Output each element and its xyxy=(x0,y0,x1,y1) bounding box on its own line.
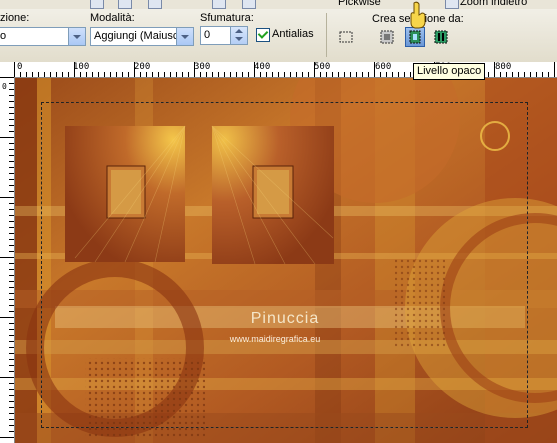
crop-icon[interactable] xyxy=(242,0,256,9)
menu-item-zoom-out[interactable]: Zoom indietro xyxy=(460,0,527,8)
selection-type-combo[interactable]: o xyxy=(0,27,86,46)
undo-icon[interactable] xyxy=(90,0,104,9)
antialias-label: Antialias xyxy=(272,28,314,40)
ruler-label: 800 xyxy=(495,62,512,72)
ruler-corner xyxy=(0,62,15,78)
ruler-label: 200 xyxy=(134,62,151,72)
vertical-ruler[interactable] xyxy=(0,77,15,443)
modalita-label: Modalità: xyxy=(90,12,135,24)
modalita-combo[interactable]: Aggiungi (Maiusc) xyxy=(90,27,194,46)
modalita-value: Aggiungi (Maiusc) xyxy=(94,30,183,42)
mask-selection-icon xyxy=(434,30,448,44)
info-icon[interactable] xyxy=(212,0,226,9)
selection-type-value: o xyxy=(0,30,7,42)
tooltip: Livello opaco xyxy=(413,63,486,80)
sfumatura-value: 0 xyxy=(204,29,211,41)
copy-icon[interactable] xyxy=(148,0,162,9)
ruler-label: 0 xyxy=(2,82,7,91)
layer-selection-icon xyxy=(380,30,394,44)
antialias-checkbox[interactable] xyxy=(256,28,270,42)
selection-mode-label: zione: xyxy=(0,12,30,24)
selection-marquee[interactable] xyxy=(41,102,528,428)
chevron-down-icon[interactable] xyxy=(176,28,193,45)
redo-icon[interactable] xyxy=(118,0,132,9)
ruler-ticks xyxy=(0,77,14,438)
ruler-label: 500 xyxy=(314,62,331,72)
selection-marquee-button[interactable] xyxy=(337,28,357,48)
ruler-label: 600 xyxy=(375,62,392,72)
ruler-label: 100 xyxy=(73,62,90,72)
ruler-label: 400 xyxy=(254,62,271,72)
hand-cursor-icon xyxy=(410,1,426,29)
sfumatura-stepper[interactable]: 0 xyxy=(200,26,248,45)
spinner-icon[interactable] xyxy=(230,27,247,44)
tool-options-bar: zione: o Modalità: Aggiungi (Maiusc) Sfu… xyxy=(0,1,557,63)
menu-item-pickwise[interactable]: Pickwise xyxy=(338,0,381,8)
ruler-label: 300 xyxy=(194,62,211,72)
ruler-label: 0 xyxy=(17,62,23,72)
selection-from-layer-button[interactable] xyxy=(378,28,398,48)
sfumatura-label: Sfumatura: xyxy=(200,12,254,24)
selection-from-mask-button[interactable] xyxy=(432,28,452,48)
marquee-icon xyxy=(339,31,353,43)
menu-strip: Pickwise Zoom indietro xyxy=(0,0,557,9)
separator xyxy=(326,13,327,57)
chevron-down-icon[interactable] xyxy=(68,28,85,45)
zoom-out-icon[interactable] xyxy=(445,0,459,9)
